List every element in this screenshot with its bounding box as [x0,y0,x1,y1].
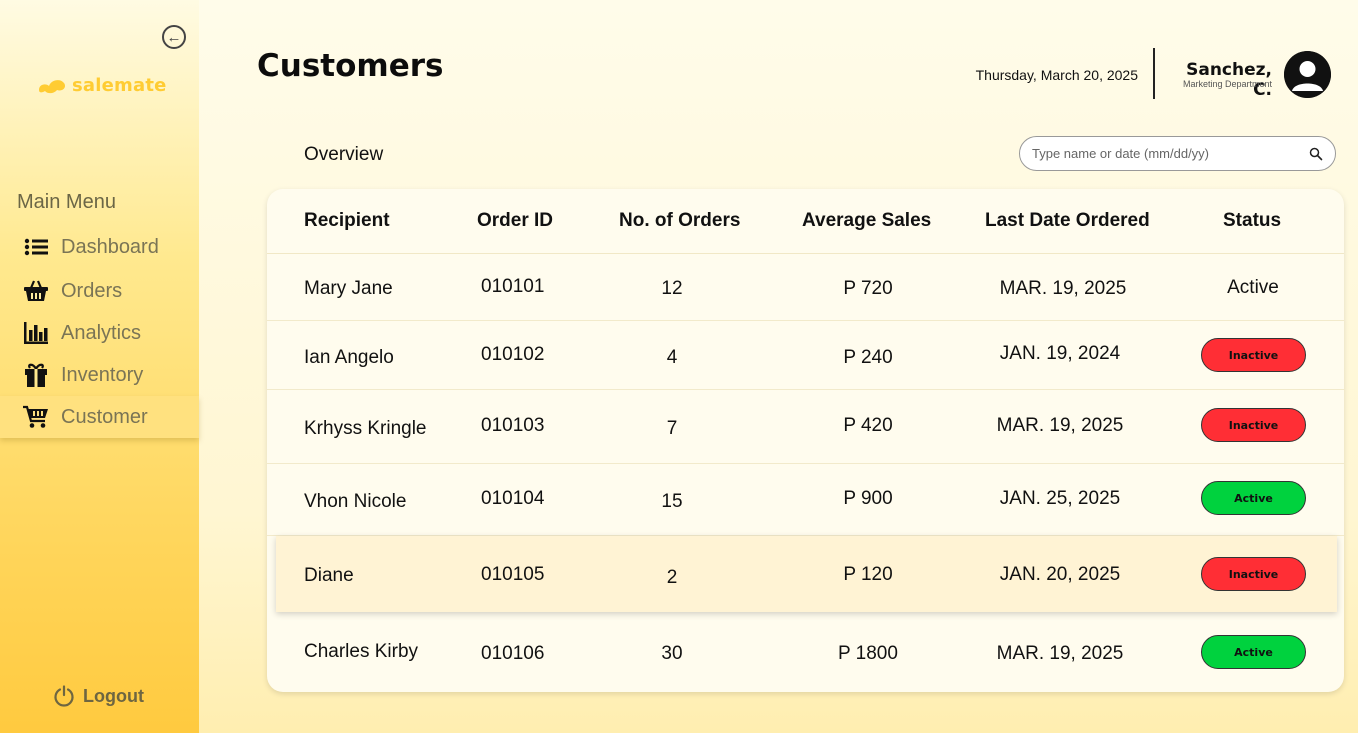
status-badge: Inactive [1201,338,1306,372]
last-date-cell: JAN. 20, 2025 [999,564,1121,585]
basket-icon [23,278,49,304]
search-icon[interactable] [1309,147,1323,161]
cart-icon [23,404,49,430]
gift-box-icon [23,362,49,388]
table-row[interactable]: Charles Kirby 010106 30 P 1800 MAR. 19, … [267,612,1344,692]
sidebar-item-analytics[interactable]: Analytics [0,312,199,354]
sidebar-item-orders[interactable]: Orders [0,270,199,312]
search-input[interactable] [1032,146,1309,161]
avg-sales-cell: P 720 [843,278,893,299]
sidebar-item-customer[interactable]: Customer [0,396,199,438]
recipient-cell: Mary Jane [304,278,393,299]
logout-label: Logout [83,685,144,706]
order-id-cell: 010101 [481,276,545,297]
list-icon [23,234,49,260]
menu-title: Main Menu [17,191,116,213]
orders-cell: 4 [666,347,678,368]
status-badge: Inactive [1201,557,1306,591]
sidebar-item-label: Analytics [61,321,142,344]
last-date-cell: MAR. 19, 2025 [999,278,1127,299]
order-id-cell: 010102 [481,344,545,365]
last-date-cell: MAR. 19, 2025 [996,415,1124,436]
main-menu: Dashboard Orders Analytics Inventory Cus… [0,226,199,438]
recipient-cell: Vhon Nicole [304,491,407,512]
avg-sales-cell: P 1800 [838,643,898,664]
avg-sales-cell: P 900 [843,488,893,509]
orders-cell: 30 [661,643,683,664]
status-badge: Inactive [1201,408,1306,442]
power-icon [54,685,74,707]
avg-sales-cell: P 420 [843,415,893,436]
bar-chart-icon [23,320,49,346]
status-badge: Active [1201,635,1306,669]
avg-sales-cell: P 120 [843,564,893,585]
sidebar-item-label: Dashboard [61,235,159,258]
current-date: Thursday, March 20, 2025 [975,67,1138,83]
brand-name: salemate [72,74,167,96]
salemate-logo-icon [39,80,66,94]
avatar[interactable] [1284,51,1331,98]
sidebar-item-dashboard[interactable]: Dashboard [0,226,199,268]
status-text: Active [1227,277,1279,298]
last-date-cell: JAN. 19, 2024 [999,343,1121,364]
order-id-cell: 010103 [481,415,545,436]
orders-cell: 12 [661,278,683,299]
column-header-order-id[interactable]: Order ID [477,210,553,232]
sidebar-item-label: Orders [61,279,123,302]
column-header-average-sales[interactable]: Average Sales [802,210,931,232]
order-id-cell: 010105 [481,564,545,585]
column-header-orders[interactable]: No. of Orders [619,210,740,232]
recipient-cell: Ian Angelo [304,347,394,368]
user-department: Marketing Department [1182,79,1272,89]
sidebar-item-inventory[interactable]: Inventory [0,354,199,396]
sidebar: ← salemate Main Menu Dashboard Orders An… [0,0,199,733]
page-title: Customers [257,48,444,84]
table-row[interactable]: Vhon Nicole 010104 15 P 900 JAN. 25, 202… [267,464,1344,536]
order-id-cell: 010104 [481,488,545,509]
recipient-cell: Charles Kirby [304,641,419,662]
last-date-cell: JAN. 25, 2025 [999,488,1121,509]
table-row[interactable]: Mary Jane 010101 12 P 720 MAR. 19, 2025 … [267,254,1344,321]
overview-label: Overview [304,144,384,165]
customers-table: Recipient Order ID No. of Orders Average… [267,189,1344,692]
table-row-selected[interactable]: Diane 010105 2 P 120 JAN. 20, 2025 Inact… [276,536,1337,612]
orders-cell: 7 [666,418,678,439]
table-row[interactable]: Ian Angelo 010102 4 P 240 JAN. 19, 2024 … [267,321,1344,390]
recipient-cell: Diane [304,565,354,586]
avg-sales-cell: P 240 [843,347,893,368]
table-header: Recipient Order ID No. of Orders Average… [267,189,1344,254]
search-box [1019,136,1336,171]
last-date-cell: MAR. 19, 2025 [996,643,1124,664]
table-row[interactable]: Krhyss Kringle 010103 7 P 420 MAR. 19, 2… [267,390,1344,464]
arrow-left-circle-icon[interactable]: ← [162,25,186,49]
column-header-recipient[interactable]: Recipient [304,210,390,232]
sidebar-item-label: Inventory [61,363,144,386]
user-icon [1284,51,1331,98]
column-header-status[interactable]: Status [1223,210,1281,232]
header-divider [1153,48,1155,99]
logo: salemate [36,73,167,97]
column-header-last-date[interactable]: Last Date Ordered [985,210,1150,232]
order-id-cell: 010106 [481,643,545,664]
status-badge: Active [1201,481,1306,515]
orders-cell: 15 [661,491,683,512]
recipient-cell: Krhyss Kringle [304,418,427,439]
logout-button[interactable]: Logout [53,685,144,707]
sidebar-item-label: Customer [61,405,148,428]
orders-cell: 2 [666,567,678,588]
